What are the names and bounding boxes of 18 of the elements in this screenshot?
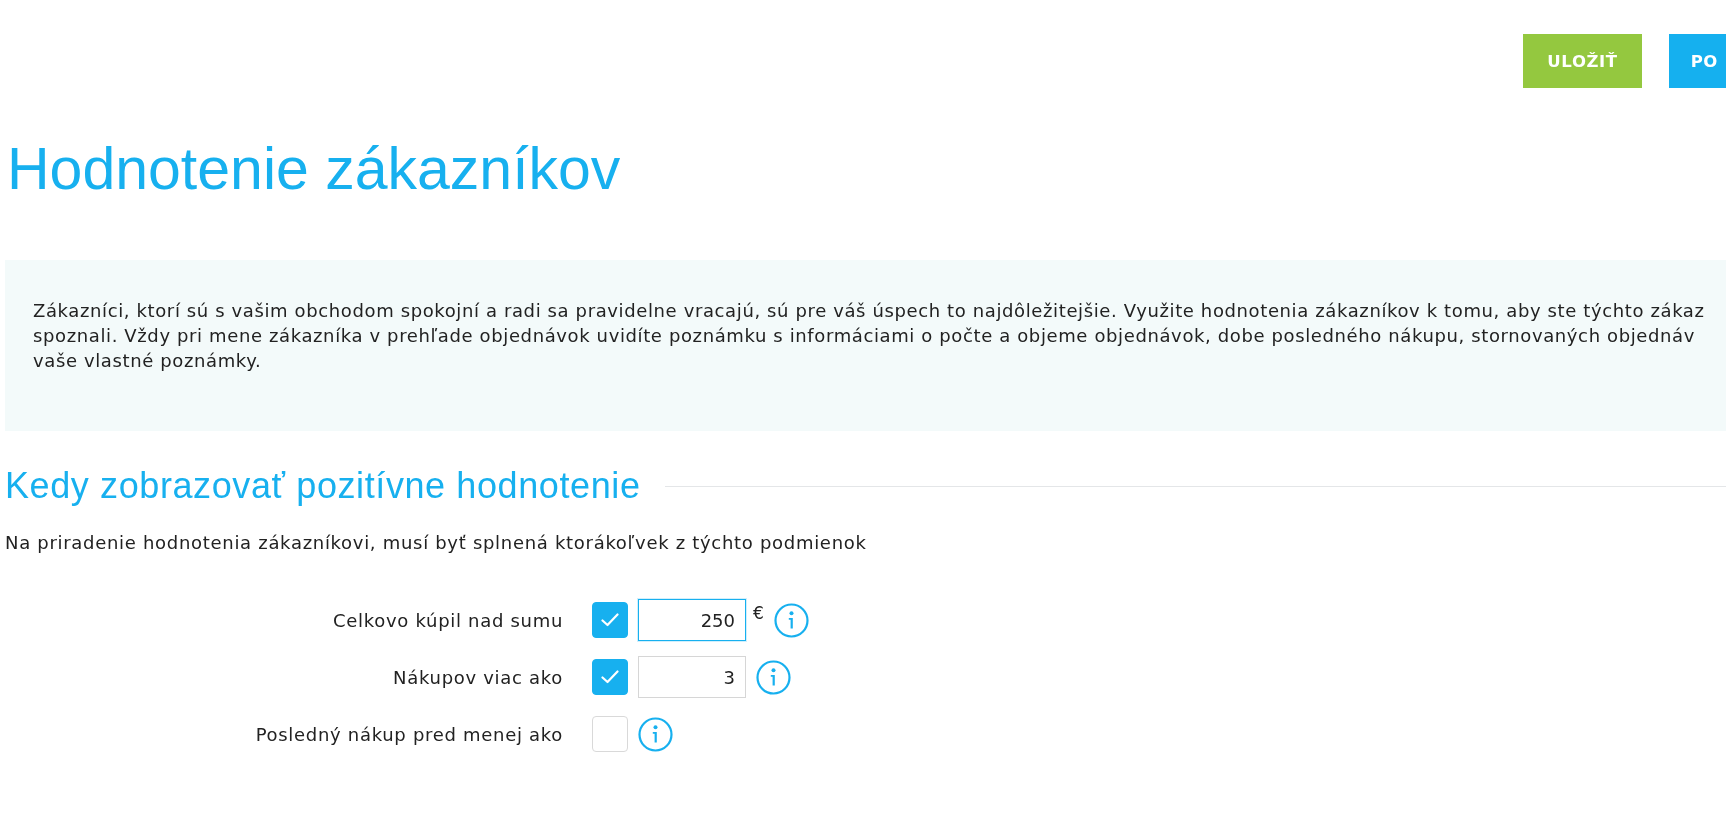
checkbox[interactable]	[592, 716, 628, 752]
page-title: Hodnotenie zákazníkov	[7, 135, 621, 204]
info-icon[interactable]	[756, 659, 791, 695]
check-icon	[601, 613, 619, 627]
condition-label: Celkovo kúpil nad sumu	[332, 609, 563, 631]
info-icon[interactable]	[773, 602, 809, 638]
condition-label: Nákupov viac ako	[392, 666, 563, 688]
check-icon	[601, 670, 619, 684]
checkbox[interactable]	[592, 602, 628, 638]
info-icon[interactable]	[638, 716, 673, 752]
condition-label: Posledný nákup pred menej ako	[254, 723, 563, 745]
currency-unit: €	[753, 603, 764, 623]
section-description: Na priradenie hodnotenia zákazníkovi, musí byť splnená ktorákoľvek z týchto podmienok	[5, 531, 867, 555]
number-input[interactable]: 3	[638, 656, 746, 698]
info-text: Zákazníci, ktorí sú s vašim obchodom spokojní a radi sa pravidelne vracajú, sú pre váš úspech to najdôležitejšie. Využite hodnotenia zákazníkov k tomu, aby ste týchto zákaz spoznali. Vždy pri mene zákazníka v prehľade objednávok uvidíte poznámku s informáciami o počte a objeme objednávok, dobe posledného nákupu, stornovaných objednáv vaše vlastné poznámky.	[33, 299, 1705, 373]
checkbox[interactable]	[592, 659, 628, 695]
number-input[interactable]: 250	[638, 599, 746, 641]
section-heading: Kedy zobrazovať pozitívne hodnotenie	[5, 465, 641, 507]
